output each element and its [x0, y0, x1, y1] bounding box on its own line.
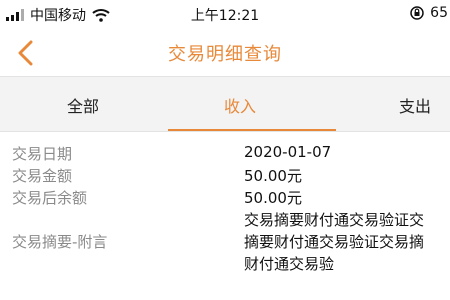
page-title: 交易明细查询: [168, 44, 282, 65]
status-time: 上午12:21: [190, 8, 260, 24]
memo-line: 财付通交易验: [244, 255, 335, 273]
tab-bar: 全部 收入 支出: [0, 76, 450, 132]
date-label: 交易日期: [12, 145, 73, 163]
status-bar: 中国移动 上午12:21 65: [0, 0, 450, 30]
amount-label: 交易金额: [12, 167, 73, 185]
memo-line: 交易摘要财付通交易验证交: [244, 211, 425, 229]
date-value: 2020-01-07: [244, 143, 332, 161]
status-right: 65: [410, 5, 448, 21]
memo-line: 摘要财付通交易验证交易摘: [244, 233, 425, 251]
active-tab-indicator: [168, 129, 336, 131]
screen: 中国移动 上午12:21 65 交易明细查询 全部 收入 支出 交易日期 202…: [0, 0, 450, 300]
amount-value: 50.00元: [244, 167, 302, 185]
memo-value: 交易摘要财付通交易验证交 摘要财付通交易验证交易摘 财付通交易验: [244, 209, 424, 275]
tab-all[interactable]: 全部: [8, 77, 158, 133]
balance-label: 交易后余额: [12, 189, 88, 207]
tab-income[interactable]: 收入: [165, 77, 315, 133]
memo-label: 交易摘要-附言: [12, 233, 108, 251]
rotation-lock-icon: [410, 6, 424, 20]
tab-expense[interactable]: 支出: [340, 77, 450, 133]
nav-bar: 交易明细查询: [0, 30, 450, 76]
balance-value: 50.00元: [244, 189, 302, 207]
battery-percent: 65: [430, 5, 448, 21]
